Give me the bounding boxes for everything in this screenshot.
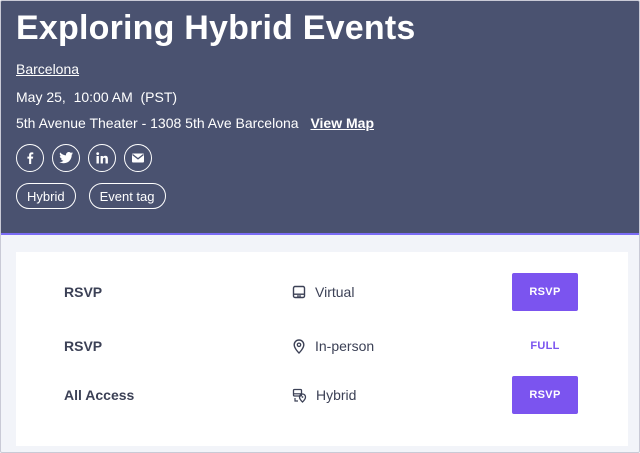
ticket-row: All Access Hybrid RSVP: [16, 373, 628, 417]
tickets-card: RSVP Virtual RSVP RSVP In-person FULL Al…: [16, 252, 628, 446]
ticket-full-status: FULL: [530, 340, 560, 352]
location-pin-icon: [292, 338, 306, 354]
event-datetime: May 25, 10:00 AM (PST): [16, 89, 178, 105]
event-city-link[interactable]: Barcelona: [16, 61, 79, 77]
ticket-name: RSVP: [64, 284, 103, 300]
ticket-type: Hybrid: [292, 387, 356, 403]
ticket-name: All Access: [64, 387, 135, 403]
event-page: Exploring Hybrid Events Barcelona May 25…: [0, 0, 640, 453]
facebook-icon[interactable]: [16, 144, 44, 172]
ticket-row: RSVP In-person FULL: [16, 324, 628, 368]
email-icon[interactable]: [124, 144, 152, 172]
linkedin-icon[interactable]: [88, 144, 116, 172]
ticket-type: In-person: [292, 338, 374, 354]
event-header: Exploring Hybrid Events Barcelona May 25…: [1, 1, 639, 235]
ticket-type: Virtual: [292, 284, 354, 300]
view-map-link[interactable]: View Map: [310, 115, 374, 131]
hybrid-icon: [292, 388, 307, 403]
tag-hybrid[interactable]: Hybrid: [16, 183, 76, 209]
rsvp-button[interactable]: RSVP: [512, 376, 578, 414]
laptop-icon: [292, 285, 306, 299]
social-share-bar: [16, 144, 152, 172]
ticket-type-label: Hybrid: [316, 387, 357, 403]
tag-event-tag[interactable]: Event tag: [88, 183, 166, 209]
event-venue: 5th Avenue Theater - 1308 5th Ave Barcel…: [16, 115, 299, 131]
event-tags: Hybrid Event tag: [16, 183, 166, 209]
event-title: Exploring Hybrid Events: [16, 9, 416, 47]
ticket-name: RSVP: [64, 338, 103, 354]
twitter-icon[interactable]: [52, 144, 80, 172]
ticket-type-label: Virtual: [315, 284, 355, 300]
ticket-row: RSVP Virtual RSVP: [16, 270, 628, 314]
rsvp-button[interactable]: RSVP: [512, 273, 578, 311]
ticket-type-label: In-person: [315, 338, 375, 354]
event-venue-row: 5th Avenue Theater - 1308 5th Ave Barcel…: [16, 115, 374, 131]
